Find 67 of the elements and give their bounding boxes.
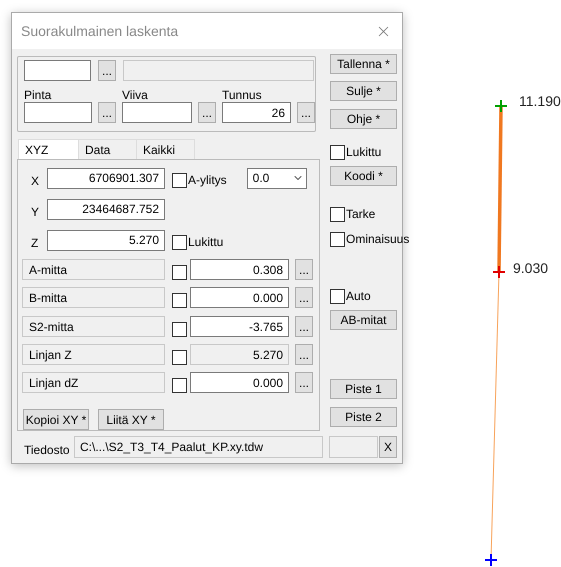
input-field[interactable]: 6706901.307: [47, 168, 165, 188]
field-label: Viiva: [122, 88, 149, 102]
checkbox-label: A-ylitys: [188, 172, 227, 189]
measure-label: Linjan Z: [22, 344, 165, 365]
point-label: 9.030: [513, 259, 548, 278]
browse-button[interactable]: ...: [295, 316, 313, 337]
window-title: Suorakulmainen laskenta: [21, 22, 178, 40]
tab[interactable]: Kaikki: [137, 139, 195, 159]
input-field[interactable]: 0.308: [190, 259, 289, 280]
file-path-field[interactable]: C:\...\S2_T3_T4_Paalut_KP.xy.tdw: [74, 436, 323, 458]
button[interactable]: Piste 2: [330, 407, 397, 427]
button[interactable]: Koodi *: [330, 166, 397, 186]
measure-label: Linjan dZ: [22, 372, 165, 393]
browse-button[interactable]: ...: [198, 102, 216, 123]
measure-label: B-mitta: [22, 287, 165, 308]
browse-button[interactable]: ...: [98, 102, 116, 123]
checkbox[interactable]: [330, 232, 345, 246]
input-field[interactable]: 0.000: [190, 287, 289, 308]
input-field[interactable]: [329, 436, 378, 458]
input-field[interactable]: 5.270: [47, 230, 165, 250]
browse-button[interactable]: ...: [295, 287, 313, 308]
dropdown[interactable]: 0.0: [246, 168, 307, 188]
checkbox[interactable]: [330, 288, 345, 304]
measure-label: A-mitta: [22, 259, 165, 280]
checkbox[interactable]: [172, 322, 187, 336]
input-field[interactable]: [123, 60, 314, 81]
button[interactable]: X: [379, 436, 397, 458]
input-field[interactable]: 0.000: [190, 372, 289, 393]
input-field[interactable]: [24, 102, 92, 123]
tab[interactable]: XYZ: [18, 139, 79, 159]
button[interactable]: Tallenna *: [330, 54, 397, 74]
input-field[interactable]: 26: [222, 102, 291, 123]
browse-button[interactable]: ...: [295, 259, 313, 280]
tab[interactable]: Data: [79, 139, 137, 159]
checkbox[interactable]: [172, 378, 187, 392]
coordinate-label: X: [30, 173, 40, 190]
checkbox[interactable]: [172, 292, 187, 308]
input-field[interactable]: -3.765: [190, 316, 289, 337]
checkbox[interactable]: [172, 234, 187, 250]
input-field[interactable]: [122, 102, 192, 123]
input-field[interactable]: [24, 60, 91, 81]
checkbox-label: Lukittu: [346, 144, 382, 161]
checkbox[interactable]: [330, 206, 345, 222]
input-field[interactable]: 23464687.752: [47, 198, 165, 220]
checkbox[interactable]: [330, 144, 345, 160]
point-label: 11.190: [519, 92, 561, 111]
field-label: Tunnus: [222, 88, 263, 102]
button[interactable]: Sulje *: [330, 81, 397, 101]
checkbox-label: Auto: [346, 288, 371, 305]
browse-button[interactable]: ...: [297, 102, 315, 123]
measure-label: S2-mitta: [22, 316, 165, 337]
button[interactable]: Kopioi XY *: [23, 409, 89, 430]
checkbox[interactable]: [172, 264, 187, 280]
checkbox-label: Ominaisuus: [346, 231, 410, 248]
browse-button[interactable]: ...: [295, 372, 313, 393]
button[interactable]: Ohje *: [330, 109, 397, 129]
button[interactable]: AB-mitat: [330, 310, 397, 330]
button[interactable]: Piste 1: [330, 379, 397, 399]
file-label: Tiedosto: [24, 442, 71, 459]
field-label: Pinta: [24, 88, 52, 102]
coordinate-label: Y: [30, 204, 40, 221]
checkbox-label: Tarke: [346, 206, 376, 223]
browse-button[interactable]: ...: [98, 60, 116, 81]
button[interactable]: Liitä XY *: [98, 409, 164, 430]
checkbox[interactable]: [172, 172, 187, 188]
checkbox-label: Lukittu: [188, 234, 224, 251]
coordinate-label: Z: [30, 235, 40, 252]
